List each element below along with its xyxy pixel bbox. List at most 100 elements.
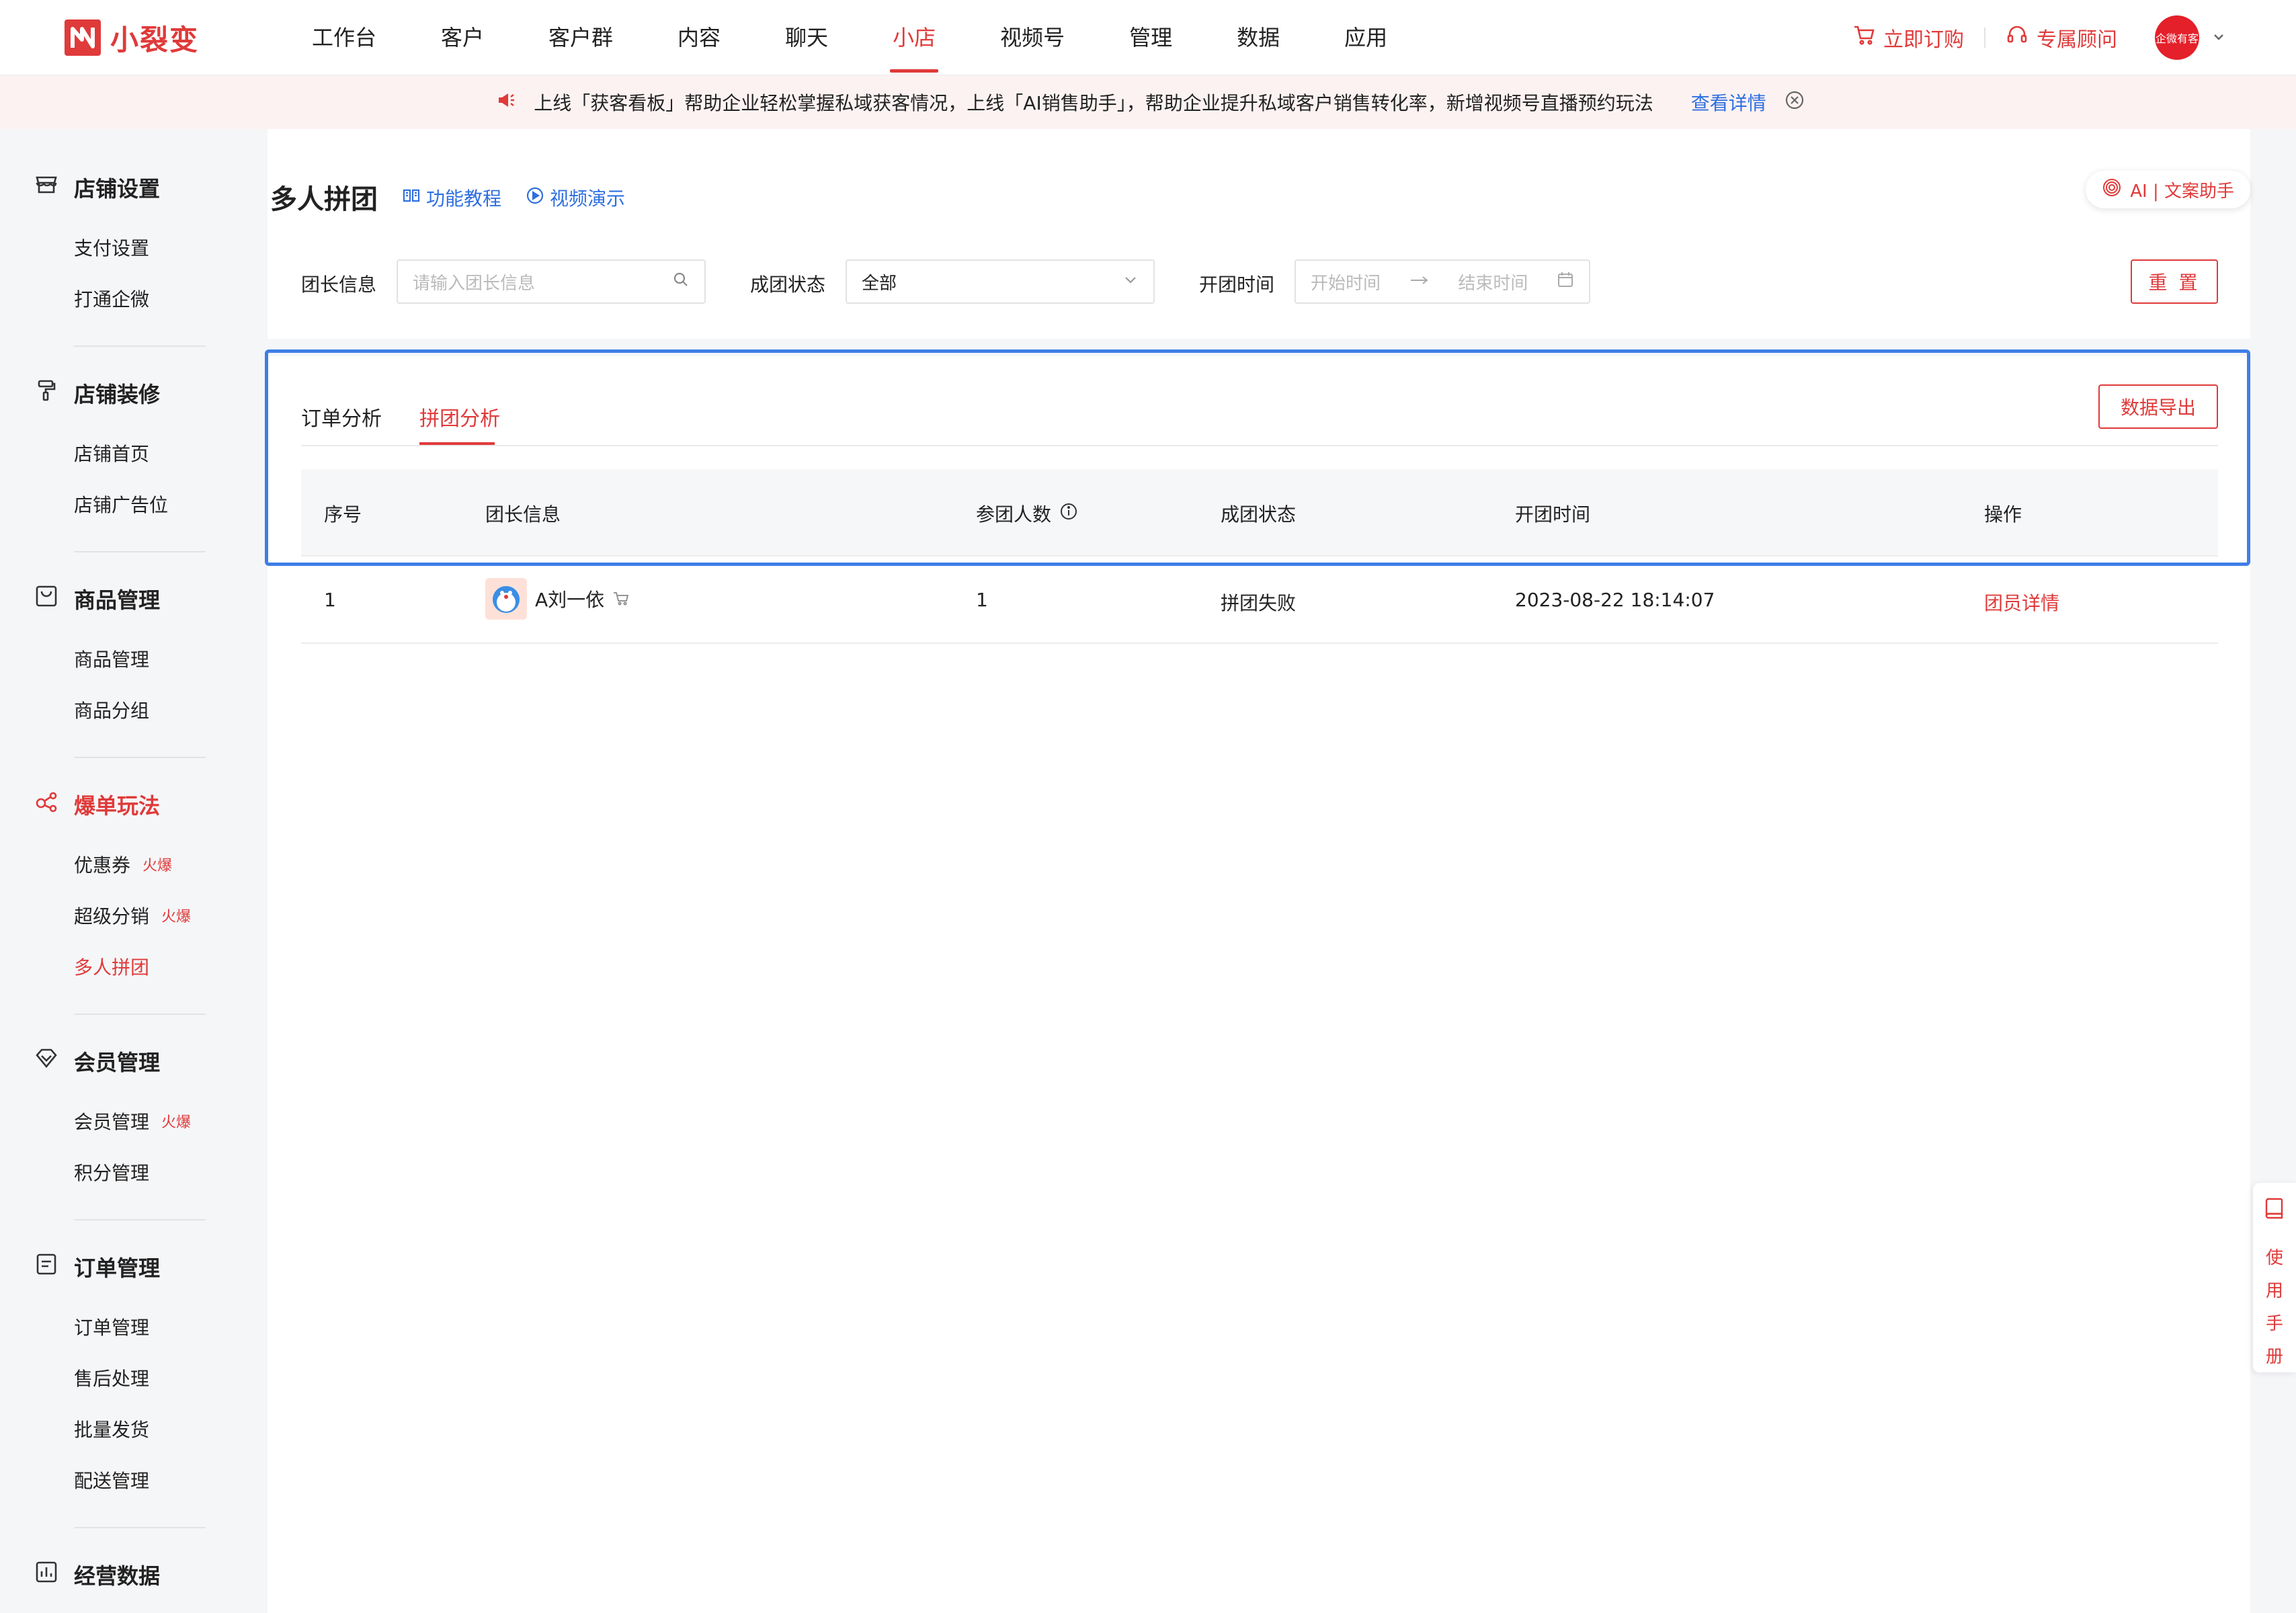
leader-name: A刘一依 xyxy=(535,589,605,611)
order-now-label: 立即订购 xyxy=(1883,28,1964,52)
nav-item-customers[interactable]: 客户 xyxy=(425,0,500,75)
tutorial-link[interactable]: 功能教程 xyxy=(402,184,501,211)
announcement-bar: 上线「获客看板」帮助企业轻松掌握私域获客情况，上线「AI销售助手」，帮助企业提升… xyxy=(0,75,2296,129)
info-icon[interactable] xyxy=(1059,502,1078,526)
end-time-placeholder[interactable]: 结束时间 xyxy=(1458,270,1528,294)
sidebar-divider xyxy=(74,345,206,347)
column-header-participants-label: 参团人数 xyxy=(976,503,1052,526)
arrow-right-icon xyxy=(1409,272,1430,292)
cart-emoji-icon xyxy=(612,588,630,610)
tab-order-analysis[interactable]: 订单分析 xyxy=(301,402,382,431)
order-now-link[interactable]: 立即订购 xyxy=(1852,23,1964,52)
header-actions: 立即订购 专属顾问 企微有客 xyxy=(1852,15,2226,60)
app-logo[interactable]: 小裂变 xyxy=(65,17,199,58)
header-separator xyxy=(1984,28,1985,48)
nav-item-manage[interactable]: 管理 xyxy=(1113,0,1188,75)
sidebar-item-label: 超级分销 xyxy=(74,905,150,927)
user-avatar[interactable]: 企微有客 xyxy=(2155,15,2199,60)
nav-item-shop[interactable]: 小店 xyxy=(876,0,952,75)
chevron-down-icon[interactable] xyxy=(2211,27,2226,49)
export-data-button[interactable]: 数据导出 xyxy=(2098,384,2218,429)
sidebar-group-product-management[interactable]: 商品管理 xyxy=(34,583,160,614)
sidebar-item-store-ads[interactable]: 店铺广告位 xyxy=(74,491,168,518)
sidebar-group-order-management[interactable]: 订单管理 xyxy=(34,1251,160,1282)
sidebar-item-label: 积分管理 xyxy=(74,1162,150,1184)
sidebar: 店铺设置 支付设置 打通企微 店铺装修 店铺首页 店铺广告位 商品管理 商品管理… xyxy=(0,129,268,1613)
sidebar-item-orders[interactable]: 订单管理 xyxy=(74,1313,149,1340)
sidebar-item-members[interactable]: 会员管理 火爆 xyxy=(74,1108,191,1134)
cell-index: 1 xyxy=(324,589,336,611)
sidebar-item-store-home[interactable]: 店铺首页 xyxy=(74,440,149,466)
sidebar-group-title: 经营数据 xyxy=(74,1563,161,1589)
sidebar-group-store-settings[interactable]: 店铺设置 xyxy=(34,172,160,203)
ai-copywriting-button[interactable]: AI | 文案助手 xyxy=(2086,171,2250,208)
close-circle-icon[interactable] xyxy=(1784,89,1805,116)
cell-leader: A刘一依 xyxy=(485,578,630,620)
store-icon xyxy=(34,172,59,203)
sidebar-group-member-management[interactable]: 会员管理 xyxy=(34,1046,160,1077)
sidebar-item-group-buying[interactable]: 多人拼团 xyxy=(74,953,149,980)
book-icon xyxy=(2262,1196,2287,1225)
sidebar-item-connect-wecom[interactable]: 打通企微 xyxy=(74,285,149,312)
logo-mark-icon xyxy=(65,19,101,56)
play-circle-icon xyxy=(526,186,544,210)
announcement-detail-link[interactable]: 查看详情 xyxy=(1691,89,1766,116)
nav-item-apps[interactable]: 应用 xyxy=(1328,0,1403,75)
sidebar-group-store-decoration[interactable]: 店铺装修 xyxy=(34,378,160,409)
sidebar-item-payment-settings[interactable]: 支付设置 xyxy=(74,234,149,261)
video-demo-label: 视频演示 xyxy=(550,188,626,210)
sidebar-divider xyxy=(74,1014,206,1015)
sidebar-item-delivery[interactable]: 配送管理 xyxy=(74,1466,149,1493)
sidebar-item-coupons[interactable]: 优惠券 火爆 xyxy=(74,851,172,878)
sidebar-item-product-groups[interactable]: 商品分组 xyxy=(74,696,149,723)
megaphone-icon xyxy=(496,90,516,115)
status-select[interactable]: 全部 xyxy=(846,259,1155,304)
sidebar-item-after-sales[interactable]: 售后处理 xyxy=(74,1364,149,1391)
reset-button[interactable]: 重 置 xyxy=(2131,259,2218,304)
nav-item-content[interactable]: 内容 xyxy=(661,0,737,75)
sidebar-item-label: 订单管理 xyxy=(74,1317,150,1339)
nav-item-customer-groups[interactable]: 客户群 xyxy=(532,0,629,75)
cart-icon xyxy=(1852,24,1875,52)
sidebar-item-label: 支付设置 xyxy=(74,237,150,259)
nav-item-chat[interactable]: 聊天 xyxy=(769,0,844,75)
announcement-text: 上线「获客看板」帮助企业轻松掌握私域获客情况，上线「AI销售助手」，帮助企业提升… xyxy=(534,92,1653,114)
video-demo-link[interactable]: 视频演示 xyxy=(526,184,625,211)
column-header-time: 开团时间 xyxy=(1515,503,1591,526)
status-select-value: 全部 xyxy=(862,273,897,294)
cell-participants: 1 xyxy=(976,589,988,611)
paint-roller-icon xyxy=(34,378,59,409)
sidebar-item-points[interactable]: 积分管理 xyxy=(74,1159,149,1186)
consultant-link[interactable]: 专属顾问 xyxy=(2006,23,2117,52)
sidebar-item-products[interactable]: 商品管理 xyxy=(74,645,149,672)
sidebar-group-title: 店铺装修 xyxy=(74,382,161,407)
member-details-link[interactable]: 团员详情 xyxy=(1984,589,2059,616)
leader-search-input[interactable]: 请输入团长信息 xyxy=(397,259,706,304)
sidebar-item-label: 批量发货 xyxy=(74,1419,150,1441)
nav-item-workbench[interactable]: 工作台 xyxy=(296,0,393,75)
leader-filter-label: 团长信息 xyxy=(301,274,377,296)
manual-char: 使 xyxy=(2265,1248,2283,1268)
search-icon xyxy=(672,271,690,293)
sidebar-group-business-data[interactable]: 经营数据 xyxy=(34,1559,160,1590)
sidebar-divider xyxy=(74,551,206,552)
sidebar-item-label: 打通企微 xyxy=(74,288,150,311)
tab-group-analysis[interactable]: 拼团分析 xyxy=(419,402,500,431)
date-range-picker[interactable]: 开始时间 结束时间 xyxy=(1295,259,1590,304)
user-manual-tab[interactable]: 使 用 手 册 xyxy=(2253,1183,2296,1372)
nav-item-data[interactable]: 数据 xyxy=(1221,0,1296,75)
sidebar-group-growth-plays[interactable]: 爆单玩法 xyxy=(34,789,160,820)
share-nodes-icon xyxy=(34,789,59,820)
sidebar-group-title: 会员管理 xyxy=(74,1050,161,1075)
nav-item-channels[interactable]: 视频号 xyxy=(984,0,1081,75)
calendar-icon xyxy=(1557,271,1574,293)
book-open-icon xyxy=(402,186,421,210)
sidebar-item-super-distribution[interactable]: 超级分销 火爆 xyxy=(74,902,191,929)
sidebar-item-label: 店铺广告位 xyxy=(74,494,169,516)
cell-time: 2023-08-22 18:14:07 xyxy=(1515,589,1715,611)
time-filter-label: 开团时间 xyxy=(1199,274,1275,296)
start-time-placeholder[interactable]: 开始时间 xyxy=(1311,270,1381,294)
sidebar-item-label: 优惠券 xyxy=(74,854,131,876)
sidebar-group-title: 商品管理 xyxy=(74,587,161,613)
sidebar-item-batch-shipping[interactable]: 批量发货 xyxy=(74,1415,149,1442)
